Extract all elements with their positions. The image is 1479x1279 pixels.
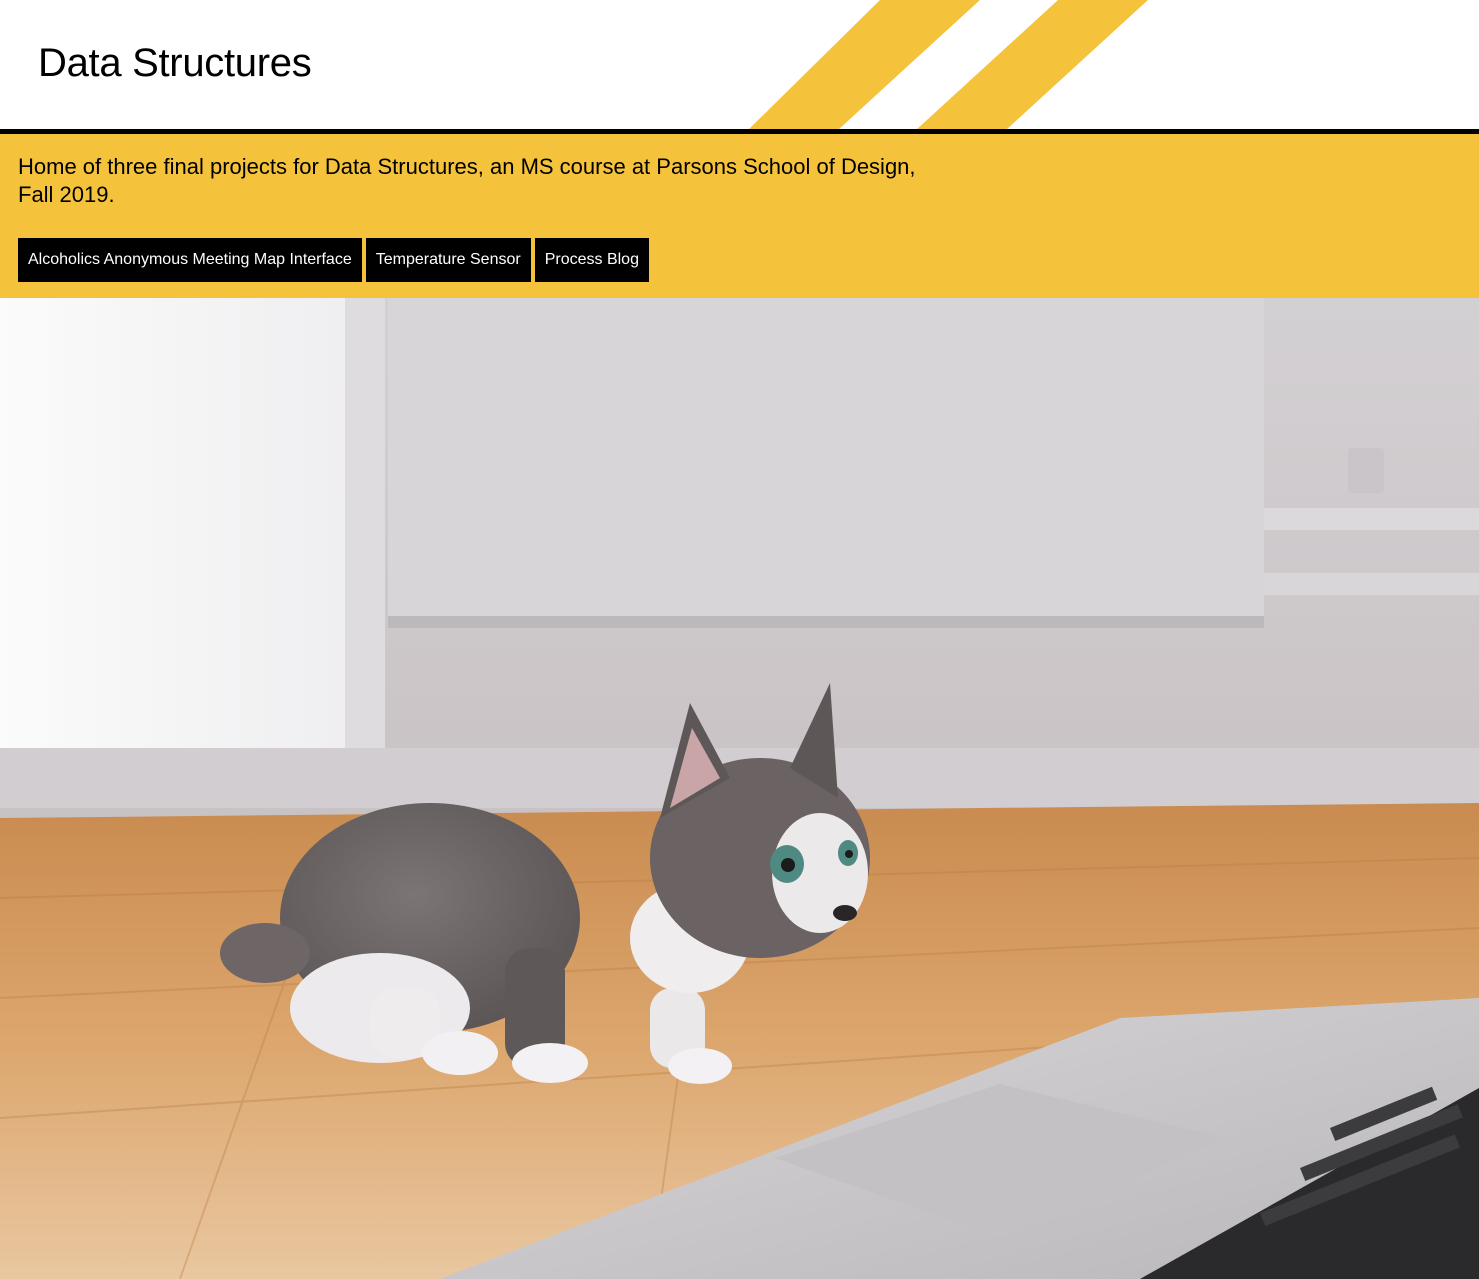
hero-image: [0, 298, 1479, 1279]
project-nav: Alcoholics Anonymous Meeting Map Interfa…: [18, 238, 649, 282]
aa-meeting-map-button[interactable]: Alcoholics Anonymous Meeting Map Interfa…: [18, 238, 362, 282]
page: Data Structures Home of three final proj…: [0, 0, 1479, 1279]
bracket: [1348, 448, 1384, 493]
site-header: Data Structures: [0, 0, 1479, 130]
pipe: [1264, 508, 1479, 530]
kitten-laptop-illustration: [0, 298, 1479, 1279]
intro-banner: Home of three final projects for Data St…: [0, 134, 1479, 298]
window-frame: [345, 298, 385, 748]
window: [0, 298, 348, 748]
radiator-shadow: [388, 616, 1264, 628]
pipe-lower: [1264, 573, 1479, 595]
site-title: Data Structures: [38, 41, 312, 85]
process-blog-button[interactable]: Process Blog: [534, 238, 649, 282]
site-tagline: Home of three final projects for Data St…: [18, 154, 916, 207]
radiator: [388, 298, 1264, 618]
temperature-sensor-button[interactable]: Temperature Sensor: [365, 238, 531, 282]
